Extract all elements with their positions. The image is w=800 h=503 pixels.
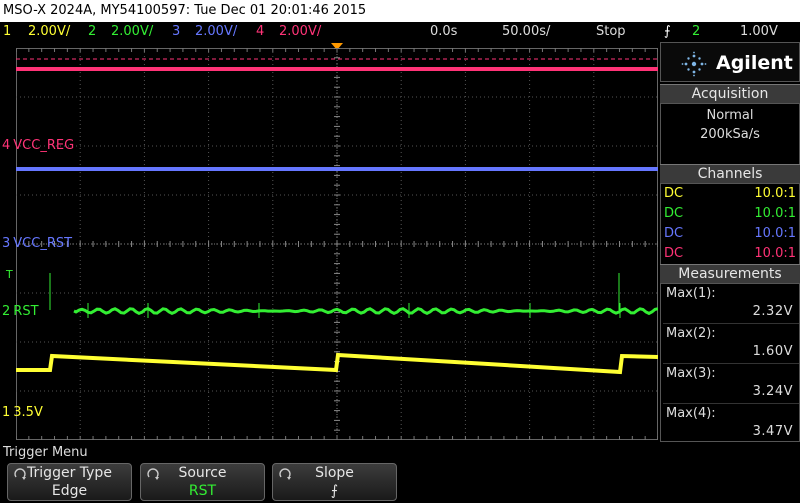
ch4-ground-marker[interactable]: 4 VCC_REG — [2, 139, 74, 153]
acq-mode: Normal — [706, 108, 754, 123]
softkey-source[interactable]: Source RST — [140, 463, 265, 501]
meas-divider — [663, 323, 799, 324]
time-delay[interactable]: 0.0s — [430, 22, 457, 42]
ch3-ground-marker[interactable]: 3 VCC_RST — [2, 237, 72, 251]
brand-name: Agilent — [716, 52, 793, 74]
time-scale[interactable]: 50.00s/ — [502, 22, 550, 42]
acquisition-header: Acquisition — [660, 84, 800, 103]
softkey-value: RST — [188, 483, 217, 499]
menu-title: Trigger Menu — [3, 445, 88, 460]
channel-row-1: DC 10.0:1 — [664, 184, 798, 204]
ch2-marker-number: 2 — [2, 304, 11, 319]
ch4-scale[interactable]: 2.00V/ — [279, 22, 321, 42]
meas-3-name: Max(3): — [666, 366, 716, 381]
ch4-number[interactable]: 4 — [256, 22, 264, 42]
ch3-trace-label: VCC_RST — [13, 236, 73, 251]
ch3-scale[interactable]: 2.00V/ — [195, 22, 237, 42]
title-bar: MSO-X 2024A, MY54100597: Tue Dec 01 20:0… — [0, 0, 800, 22]
softkey-value: ⨍ — [330, 483, 339, 499]
trigger-level[interactable]: 1.00V — [740, 22, 778, 42]
meas-2-name: Max(2): — [666, 326, 716, 341]
meas-1-value: 2.32V — [752, 304, 793, 319]
ch1-probe: 10.0:1 — [754, 186, 796, 201]
ch1-scale[interactable]: 2.00V/ — [28, 22, 70, 42]
meas-3-value: 3.24V — [752, 384, 793, 399]
channel-row-4: DC 10.0:1 — [664, 244, 798, 264]
meas-2-value: 1.60V — [752, 344, 793, 359]
softkey-trigger-type[interactable]: Trigger Type Edge — [7, 463, 132, 501]
run-state[interactable]: Stop — [596, 22, 626, 42]
trigger-slope-icon: ⨍ — [664, 24, 671, 39]
ch2-ground-marker[interactable]: 2 RST — [2, 305, 39, 319]
channel-row-2: DC 10.0:1 — [664, 204, 798, 224]
channel-scale-bar: 1 2.00V/ 2 2.00V/ 3 2.00V/ 4 2.00V/ 0.0s… — [0, 22, 800, 42]
graticule — [16, 48, 658, 440]
softkey-label: Trigger Type — [27, 465, 112, 481]
meas-1-name: Max(1): — [666, 286, 716, 301]
side-panel: Agilent Acquisition Normal 200kSa/s Chan… — [660, 42, 800, 442]
meas-divider — [663, 363, 799, 364]
ch1-number[interactable]: 1 — [3, 22, 11, 42]
acquisition-section: Normal 200kSa/s — [660, 103, 800, 165]
ch4-trace-label: VCC_REG — [13, 138, 75, 153]
ch2-probe: 10.0:1 — [754, 206, 796, 221]
channel-row-3: DC 10.0:1 — [664, 224, 798, 244]
ch2-scale[interactable]: 2.00V/ — [111, 22, 153, 42]
ch1-ground-marker[interactable]: 1 3.5V — [2, 406, 43, 420]
acq-rate: 200kSa/s — [700, 127, 760, 142]
ch3-probe: 10.0:1 — [754, 226, 796, 241]
softkey-slope[interactable]: Slope ⨍ — [272, 463, 397, 501]
ch2-number[interactable]: 2 — [88, 22, 96, 42]
softkey-menu-bar: Trigger Menu Trigger Type Edge Source RS… — [0, 443, 800, 503]
softkey-value: Edge — [51, 483, 88, 499]
ch1-marker-number: 1 — [2, 405, 11, 420]
channels-header: Channels — [660, 164, 800, 183]
waveform-display[interactable] — [16, 48, 658, 440]
meas-4-name: Max(4): — [666, 406, 716, 421]
agilent-spark-icon — [681, 51, 707, 77]
ch1-trace-label: 3.5V — [13, 405, 43, 420]
ch2-trace-label: RST — [13, 304, 39, 319]
channels-section: DC 10.0:1 DC 10.0:1 DC 10.0:1 DC 10.0:1 — [660, 183, 800, 265]
ch3-number[interactable]: 3 — [172, 22, 180, 42]
ch3-coupling: DC — [664, 226, 684, 241]
ch1-coupling: DC — [664, 186, 684, 201]
ch1-trace — [16, 352, 658, 375]
ch2-trace — [73, 306, 658, 316]
ch4-probe: 10.0:1 — [754, 246, 796, 261]
softkey-label: Slope — [315, 465, 354, 481]
measurements-header: Measurements — [660, 264, 800, 283]
trigger-level-marker[interactable]: T — [6, 268, 13, 282]
softkey-label: Source — [178, 465, 227, 481]
brand-box: Agilent — [660, 42, 800, 82]
measurements-section: Max(1): 2.32V Max(2): 1.60V Max(3): 3.24… — [660, 283, 800, 442]
meas-4-value: 3.47V — [752, 424, 793, 439]
ch4-coupling: DC — [664, 246, 684, 261]
ch2-coupling: DC — [664, 206, 684, 221]
trigger-source[interactable]: 2 — [692, 22, 700, 42]
meas-divider — [663, 403, 799, 404]
ch4-marker-number: 4 — [2, 138, 11, 153]
ch3-marker-number: 3 — [2, 236, 11, 251]
